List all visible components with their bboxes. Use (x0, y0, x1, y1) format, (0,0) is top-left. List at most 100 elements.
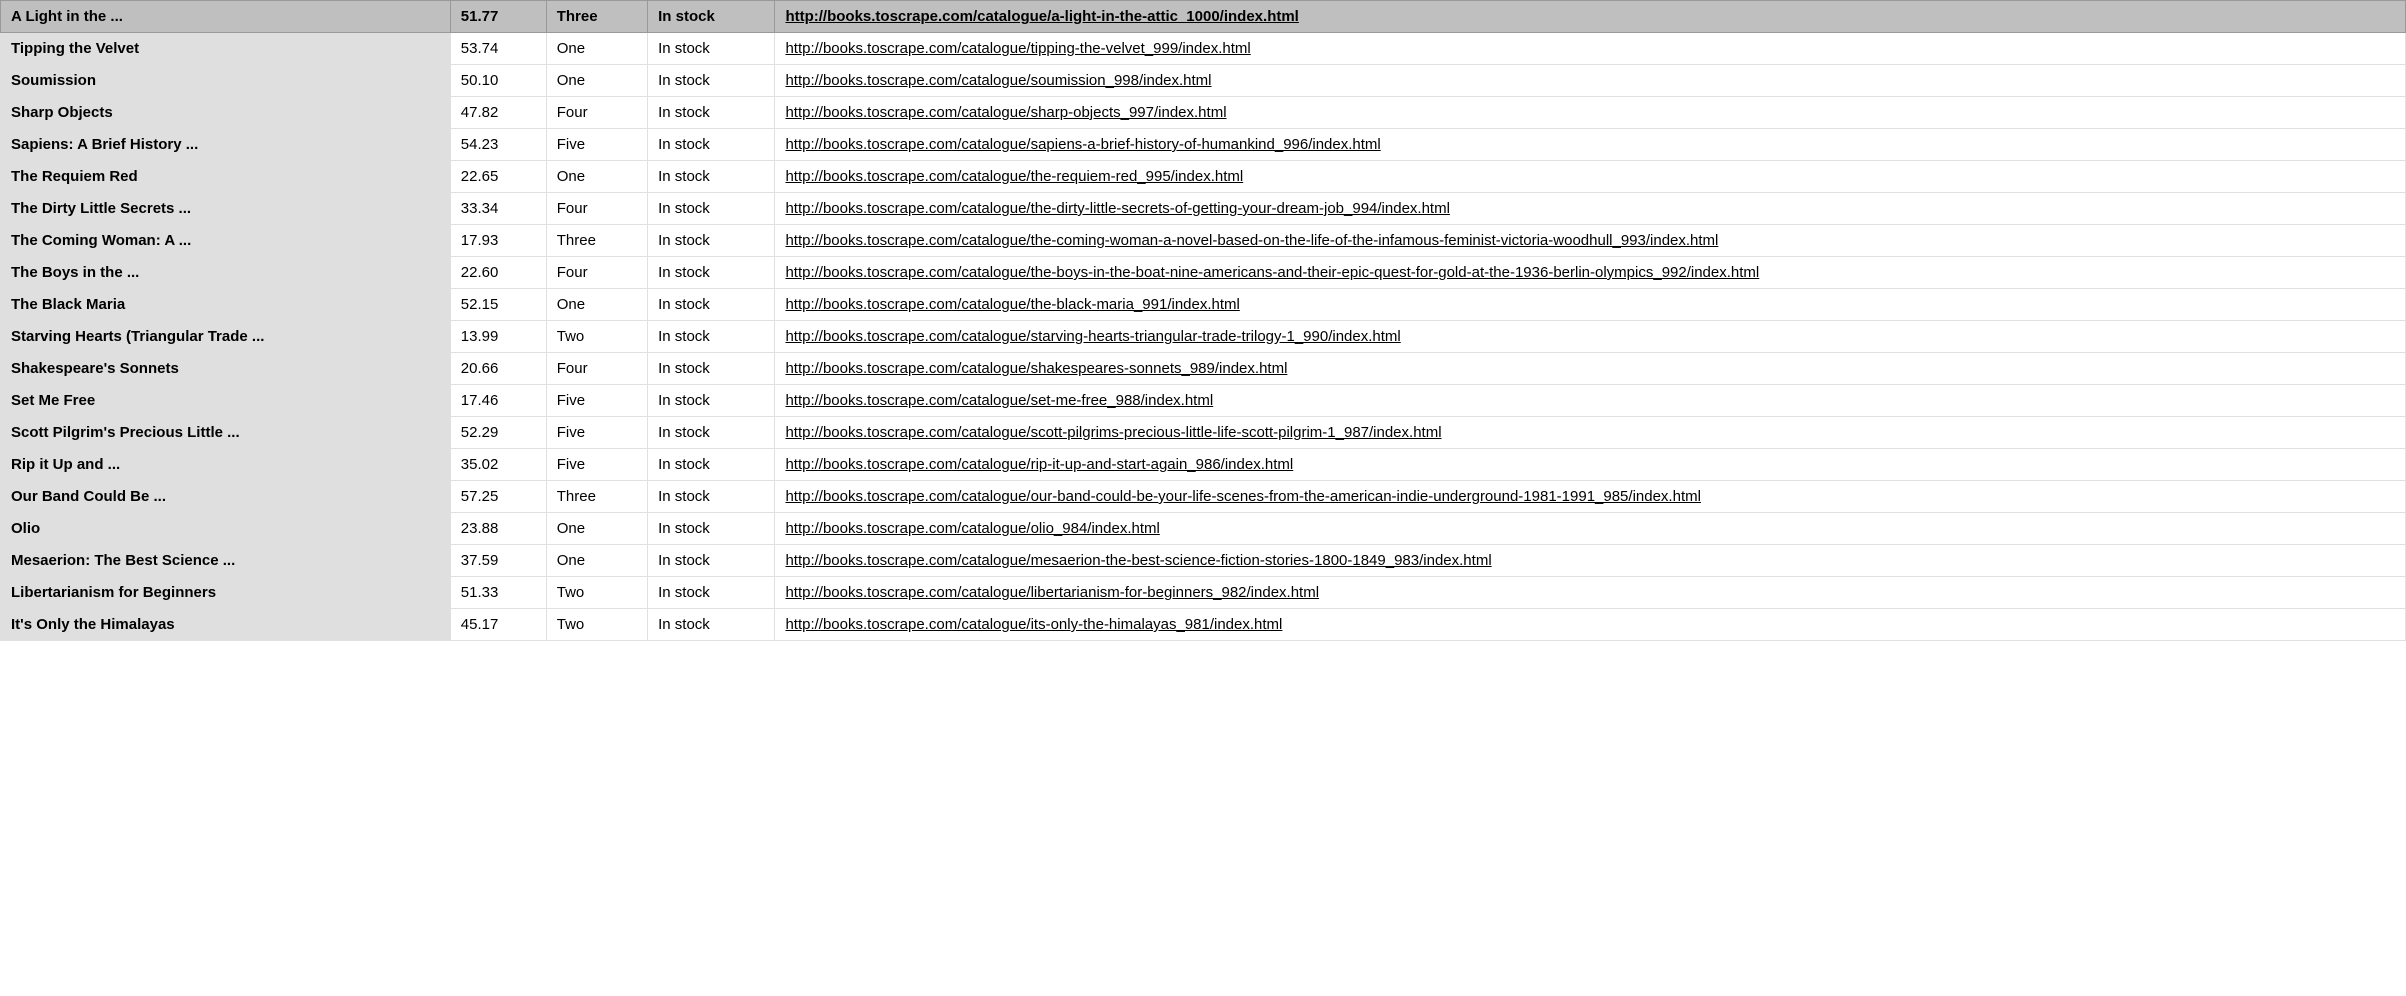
cell-title: Libertarianism for Beginners (1, 577, 451, 609)
cell-price: 57.25 (450, 481, 546, 513)
table-row: The Black Maria52.15OneIn stockhttp://bo… (1, 289, 2406, 321)
cell-rating: Four (546, 257, 647, 289)
table-row: Soumission50.10OneIn stockhttp://books.t… (1, 65, 2406, 97)
cell-stock: In stock (648, 449, 775, 481)
cell-rating: One (546, 65, 647, 97)
cell-price: 22.65 (450, 161, 546, 193)
cell-url: http://books.toscrape.com/catalogue/star… (775, 321, 2406, 353)
table-row: Tipping the Velvet53.74OneIn stockhttp:/… (1, 33, 2406, 65)
table-row: Shakespeare's Sonnets20.66FourIn stockht… (1, 353, 2406, 385)
header-url-link[interactable]: http://books.toscrape.com/catalogue/a-li… (785, 8, 1298, 25)
table-header-row: A Light in the ... 51.77 Three In stock … (1, 1, 2406, 33)
cell-rating: Four (546, 193, 647, 225)
cell-stock: In stock (648, 385, 775, 417)
cell-title: Starving Hearts (Triangular Trade ... (1, 321, 451, 353)
cell-url: http://books.toscrape.com/catalogue/tipp… (775, 33, 2406, 65)
cell-rating: Three (546, 225, 647, 257)
cell-rating: One (546, 513, 647, 545)
table-row: Mesaerion: The Best Science ...37.59OneI… (1, 545, 2406, 577)
cell-url: http://books.toscrape.com/catalogue/shar… (775, 97, 2406, 129)
header-price: 51.77 (450, 1, 546, 33)
cell-title: Sharp Objects (1, 97, 451, 129)
cell-title: Mesaerion: The Best Science ... (1, 545, 451, 577)
table-row: Scott Pilgrim's Precious Little ...52.29… (1, 417, 2406, 449)
cell-price: 35.02 (450, 449, 546, 481)
book-url-link[interactable]: http://books.toscrape.com/catalogue/olio… (785, 520, 1159, 537)
cell-title: Rip it Up and ... (1, 449, 451, 481)
table-row: It's Only the Himalayas45.17TwoIn stockh… (1, 609, 2406, 641)
cell-price: 13.99 (450, 321, 546, 353)
cell-title: The Dirty Little Secrets ... (1, 193, 451, 225)
table-row: Rip it Up and ...35.02FiveIn stockhttp:/… (1, 449, 2406, 481)
header-stock: In stock (648, 1, 775, 33)
table-row: Our Band Could Be ...57.25ThreeIn stockh… (1, 481, 2406, 513)
book-url-link[interactable]: http://books.toscrape.com/catalogue/rip-… (785, 456, 1293, 473)
cell-stock: In stock (648, 417, 775, 449)
table-row: The Requiem Red22.65OneIn stockhttp://bo… (1, 161, 2406, 193)
cell-url: http://books.toscrape.com/catalogue/rip-… (775, 449, 2406, 481)
table-row: The Dirty Little Secrets ...33.34FourIn … (1, 193, 2406, 225)
cell-price: 53.74 (450, 33, 546, 65)
table-row: The Coming Woman: A ...17.93ThreeIn stoc… (1, 225, 2406, 257)
book-url-link[interactable]: http://books.toscrape.com/catalogue/mesa… (785, 552, 1491, 569)
cell-rating: Five (546, 129, 647, 161)
cell-stock: In stock (648, 481, 775, 513)
cell-url: http://books.toscrape.com/catalogue/our-… (775, 481, 2406, 513)
cell-stock: In stock (648, 545, 775, 577)
cell-title: Our Band Could Be ... (1, 481, 451, 513)
book-url-link[interactable]: http://books.toscrape.com/catalogue/the-… (785, 168, 1243, 185)
cell-rating: Two (546, 321, 647, 353)
book-url-link[interactable]: http://books.toscrape.com/catalogue/libe… (785, 584, 1319, 601)
table-row: Starving Hearts (Triangular Trade ...13.… (1, 321, 2406, 353)
book-url-link[interactable]: http://books.toscrape.com/catalogue/the-… (785, 296, 1239, 313)
book-url-link[interactable]: http://books.toscrape.com/catalogue/shar… (785, 104, 1226, 121)
cell-price: 51.33 (450, 577, 546, 609)
book-url-link[interactable]: http://books.toscrape.com/catalogue/shak… (785, 360, 1287, 377)
header-title: A Light in the ... (1, 1, 451, 33)
table-body: Tipping the Velvet53.74OneIn stockhttp:/… (1, 33, 2406, 641)
cell-price: 47.82 (450, 97, 546, 129)
cell-url: http://books.toscrape.com/catalogue/its-… (775, 609, 2406, 641)
cell-price: 20.66 (450, 353, 546, 385)
book-url-link[interactable]: http://books.toscrape.com/catalogue/soum… (785, 72, 1211, 89)
cell-title: The Black Maria (1, 289, 451, 321)
cell-title: Sapiens: A Brief History ... (1, 129, 451, 161)
cell-price: 52.15 (450, 289, 546, 321)
book-url-link[interactable]: http://books.toscrape.com/catalogue/scot… (785, 424, 1441, 441)
cell-rating: One (546, 545, 647, 577)
book-url-link[interactable]: http://books.toscrape.com/catalogue/its-… (785, 616, 1282, 633)
cell-url: http://books.toscrape.com/catalogue/sapi… (775, 129, 2406, 161)
cell-stock: In stock (648, 257, 775, 289)
cell-title: It's Only the Himalayas (1, 609, 451, 641)
cell-stock: In stock (648, 289, 775, 321)
table-row: The Boys in the ...22.60FourIn stockhttp… (1, 257, 2406, 289)
book-url-link[interactable]: http://books.toscrape.com/catalogue/tipp… (785, 40, 1250, 57)
cell-url: http://books.toscrape.com/catalogue/the-… (775, 289, 2406, 321)
table-row: Sharp Objects47.82FourIn stockhttp://boo… (1, 97, 2406, 129)
cell-url: http://books.toscrape.com/catalogue/scot… (775, 417, 2406, 449)
book-url-link[interactable]: http://books.toscrape.com/catalogue/the-… (785, 232, 1718, 249)
cell-stock: In stock (648, 193, 775, 225)
cell-stock: In stock (648, 577, 775, 609)
book-url-link[interactable]: http://books.toscrape.com/catalogue/the-… (785, 200, 1449, 217)
cell-price: 45.17 (450, 609, 546, 641)
cell-url: http://books.toscrape.com/catalogue/the-… (775, 193, 2406, 225)
cell-price: 23.88 (450, 513, 546, 545)
cell-stock: In stock (648, 97, 775, 129)
cell-rating: Five (546, 385, 647, 417)
cell-title: The Boys in the ... (1, 257, 451, 289)
cell-stock: In stock (648, 33, 775, 65)
book-url-link[interactable]: http://books.toscrape.com/catalogue/the-… (785, 264, 1759, 281)
book-url-link[interactable]: http://books.toscrape.com/catalogue/our-… (785, 488, 1701, 505)
cell-title: Scott Pilgrim's Precious Little ... (1, 417, 451, 449)
book-url-link[interactable]: http://books.toscrape.com/catalogue/star… (785, 328, 1400, 345)
book-url-link[interactable]: http://books.toscrape.com/catalogue/sapi… (785, 136, 1380, 153)
cell-stock: In stock (648, 609, 775, 641)
cell-title: Set Me Free (1, 385, 451, 417)
cell-url: http://books.toscrape.com/catalogue/olio… (775, 513, 2406, 545)
table-row: Libertarianism for Beginners51.33TwoIn s… (1, 577, 2406, 609)
cell-url: http://books.toscrape.com/catalogue/mesa… (775, 545, 2406, 577)
header-rating: Three (546, 1, 647, 33)
book-url-link[interactable]: http://books.toscrape.com/catalogue/set-… (785, 392, 1213, 409)
cell-url: http://books.toscrape.com/catalogue/the-… (775, 257, 2406, 289)
